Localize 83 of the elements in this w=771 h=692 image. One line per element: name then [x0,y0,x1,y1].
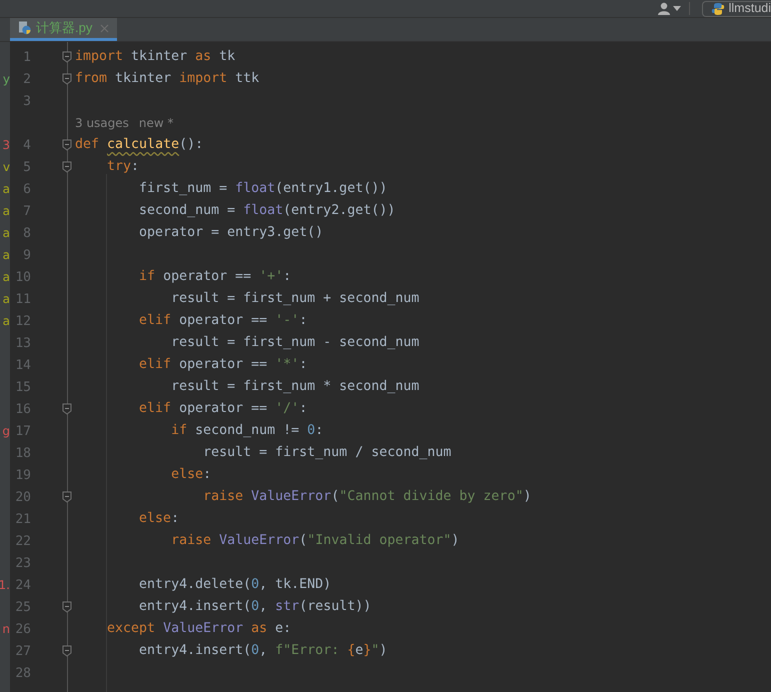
fold-icon[interactable] [62,161,72,173]
code-line: try: [106,160,140,174]
line-number: 22 [14,534,31,548]
code-line: if second_num != 0: [170,424,324,438]
python-icon [710,2,725,16]
code-line: except ValueError as e: [106,622,292,636]
tab-label: 计算器.py [36,19,92,38]
code-line: raise ValueError("Cannot divide by zero") [202,490,532,504]
line-number: 18 [14,446,31,460]
code-line: entry4.insert(0, str(result)) [138,600,372,614]
line-number: 27 [14,644,31,658]
fold-icon[interactable] [62,491,72,503]
project-tree-fragment: a [2,293,10,305]
code-line: entry4.delete(0, tk.END) [138,578,332,592]
code-line: result = first_num * second_num [170,380,420,394]
user-button[interactable] [656,2,690,15]
line-number: 14 [14,358,31,372]
line-number: 12 [14,314,31,328]
author-hint: new * [138,115,174,132]
line-number: 6 [22,182,31,196]
line-number: 17 [14,424,31,438]
code-line: raise ValueError("Invalid operator") [170,534,460,548]
line-number: 4 [22,138,31,152]
line-number: 21 [14,512,31,526]
line-number: 7 [22,204,31,218]
project-tree-fragment: a [2,271,10,283]
line-number: 24 [14,578,31,592]
fold-icon[interactable] [62,601,72,613]
project-tree-fragment: a [2,183,10,195]
line-number: 25 [14,600,31,614]
code-line: from tkinter import ttk [75,72,260,86]
fold-icon[interactable] [62,73,72,85]
project-tree-fragment: a [2,205,10,217]
code-line: operator = entry3.get() [138,226,324,240]
usages-hint[interactable]: 3 usages [75,114,129,132]
line-number: 26 [14,622,31,636]
fold-icon[interactable] [62,51,72,63]
code-line: result = first_num - second_num [170,336,420,350]
project-tree-fragment: n [1,623,10,635]
code-line: elif operator == '/': [138,402,308,416]
code-line: second_num = float(entry2.get()) [138,204,396,218]
code-line: elif operator == '-': [138,314,308,328]
project-tree-fragment: a [2,227,10,239]
run-config-button[interactable]: llmstudi [702,0,771,16]
line-number: 15 [14,380,31,394]
line-number: 16 [14,402,31,416]
project-tree-fragment: a [2,315,10,327]
line-number: 10 [14,270,31,284]
project-tree-fragment: y [2,73,10,85]
project-tree-fragment: a [2,249,10,261]
code-line: result = first_num + second_num [170,292,420,306]
line-number: 11 [14,292,31,306]
fold-icon[interactable] [62,645,72,657]
caret-icon [672,6,681,11]
project-tree-fragment: 3 [1,139,10,151]
line-number: 5 [22,160,31,174]
fold-icon[interactable] [62,139,72,151]
line-number: 23 [14,556,31,570]
editor-tab[interactable]: 计算器.py [10,18,118,41]
line-number: 19 [14,468,31,482]
line-number: 9 [22,248,31,262]
code-line: elif operator == '*': [138,358,308,372]
line-number: 8 [22,226,31,240]
line-number: 28 [14,666,31,680]
code-line: if operator == '+': [138,270,292,284]
code-line: first_num = float(entry1.get()) [138,182,388,196]
line-number: 1 [22,50,31,64]
code-line: else: [170,468,212,482]
code-line: def calculate(): [75,138,204,152]
line-number: 3 [22,94,31,108]
fold-icon[interactable] [62,403,72,415]
code-line: entry4.insert(0, f"Error: {e}") [138,644,388,658]
python-file-icon [18,21,32,35]
project-tree-fragment: 1. [0,579,10,591]
project-tree-fragment: v [2,161,10,173]
code-line: else: [138,512,180,526]
line-number: 13 [14,336,31,350]
code-line: result = first_num / second_num [202,446,452,460]
project-tree-fragment: g [1,425,10,437]
line-number: 2 [22,72,31,86]
line-number: 20 [14,490,31,504]
code-line: import tkinter as tk [75,50,236,64]
user-icon [656,2,671,15]
